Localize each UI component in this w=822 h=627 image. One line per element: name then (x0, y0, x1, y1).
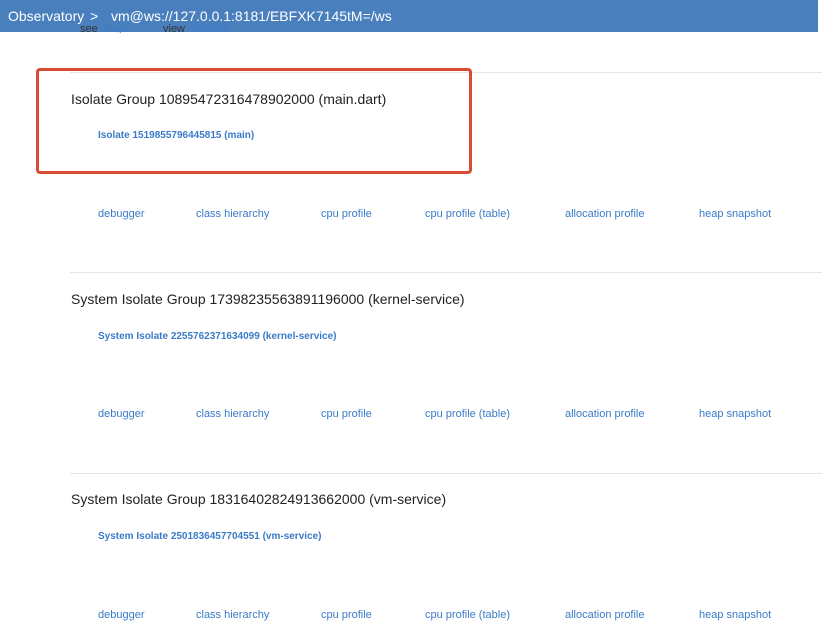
cpu-profile-table-link[interactable]: cpu profile (table) (425, 609, 510, 621)
allocation-profile-link[interactable]: allocation profile (565, 408, 645, 420)
cpu-profile-table-link[interactable]: cpu profile (table) (425, 408, 510, 420)
see-label: see (80, 23, 98, 33)
cpu-profile-table-link[interactable]: cpu profile (table) (425, 208, 510, 220)
isolate-link-kernel-service[interactable]: System Isolate 2255762371634099 (kernel-… (98, 331, 337, 342)
allocation-profile-link[interactable]: allocation profile (565, 609, 645, 621)
system-isolate-group-title: System Isolate Group 1739823556389119600… (71, 291, 465, 307)
timeline-link[interactable]: timeline (191, 23, 229, 33)
cpu-profile-link[interactable]: cpu profile (321, 408, 372, 420)
heap-snapshot-link[interactable]: heap snapshot (699, 408, 771, 420)
heap-snapshot-link[interactable]: heap snapshot (699, 609, 771, 621)
scrolled-top-links: see flags view timeline (80, 21, 265, 33)
debugger-link[interactable]: debugger (98, 408, 145, 420)
divider (70, 272, 822, 273)
allocation-profile-link[interactable]: allocation profile (565, 208, 645, 220)
class-hierarchy-link[interactable]: class hierarchy (196, 609, 269, 621)
class-hierarchy-link[interactable]: class hierarchy (196, 408, 269, 420)
flags-link[interactable]: flags (104, 23, 127, 33)
isolate-link-vm-service[interactable]: System Isolate 2501836457704551 (vm-serv… (98, 531, 322, 542)
divider (70, 473, 822, 474)
debugger-link[interactable]: debugger (98, 208, 145, 220)
view-label: view (163, 23, 186, 33)
cpu-profile-link[interactable]: cpu profile (321, 609, 372, 621)
class-hierarchy-link[interactable]: class hierarchy (196, 208, 269, 220)
breadcrumb-observatory[interactable]: Observatory (8, 0, 84, 32)
heap-snapshot-link[interactable]: heap snapshot (699, 208, 771, 220)
highlight-box (36, 68, 472, 174)
cpu-profile-link[interactable]: cpu profile (321, 208, 372, 220)
debugger-link[interactable]: debugger (98, 609, 145, 621)
system-isolate-group-title: System Isolate Group 1831640282491366200… (71, 491, 447, 507)
